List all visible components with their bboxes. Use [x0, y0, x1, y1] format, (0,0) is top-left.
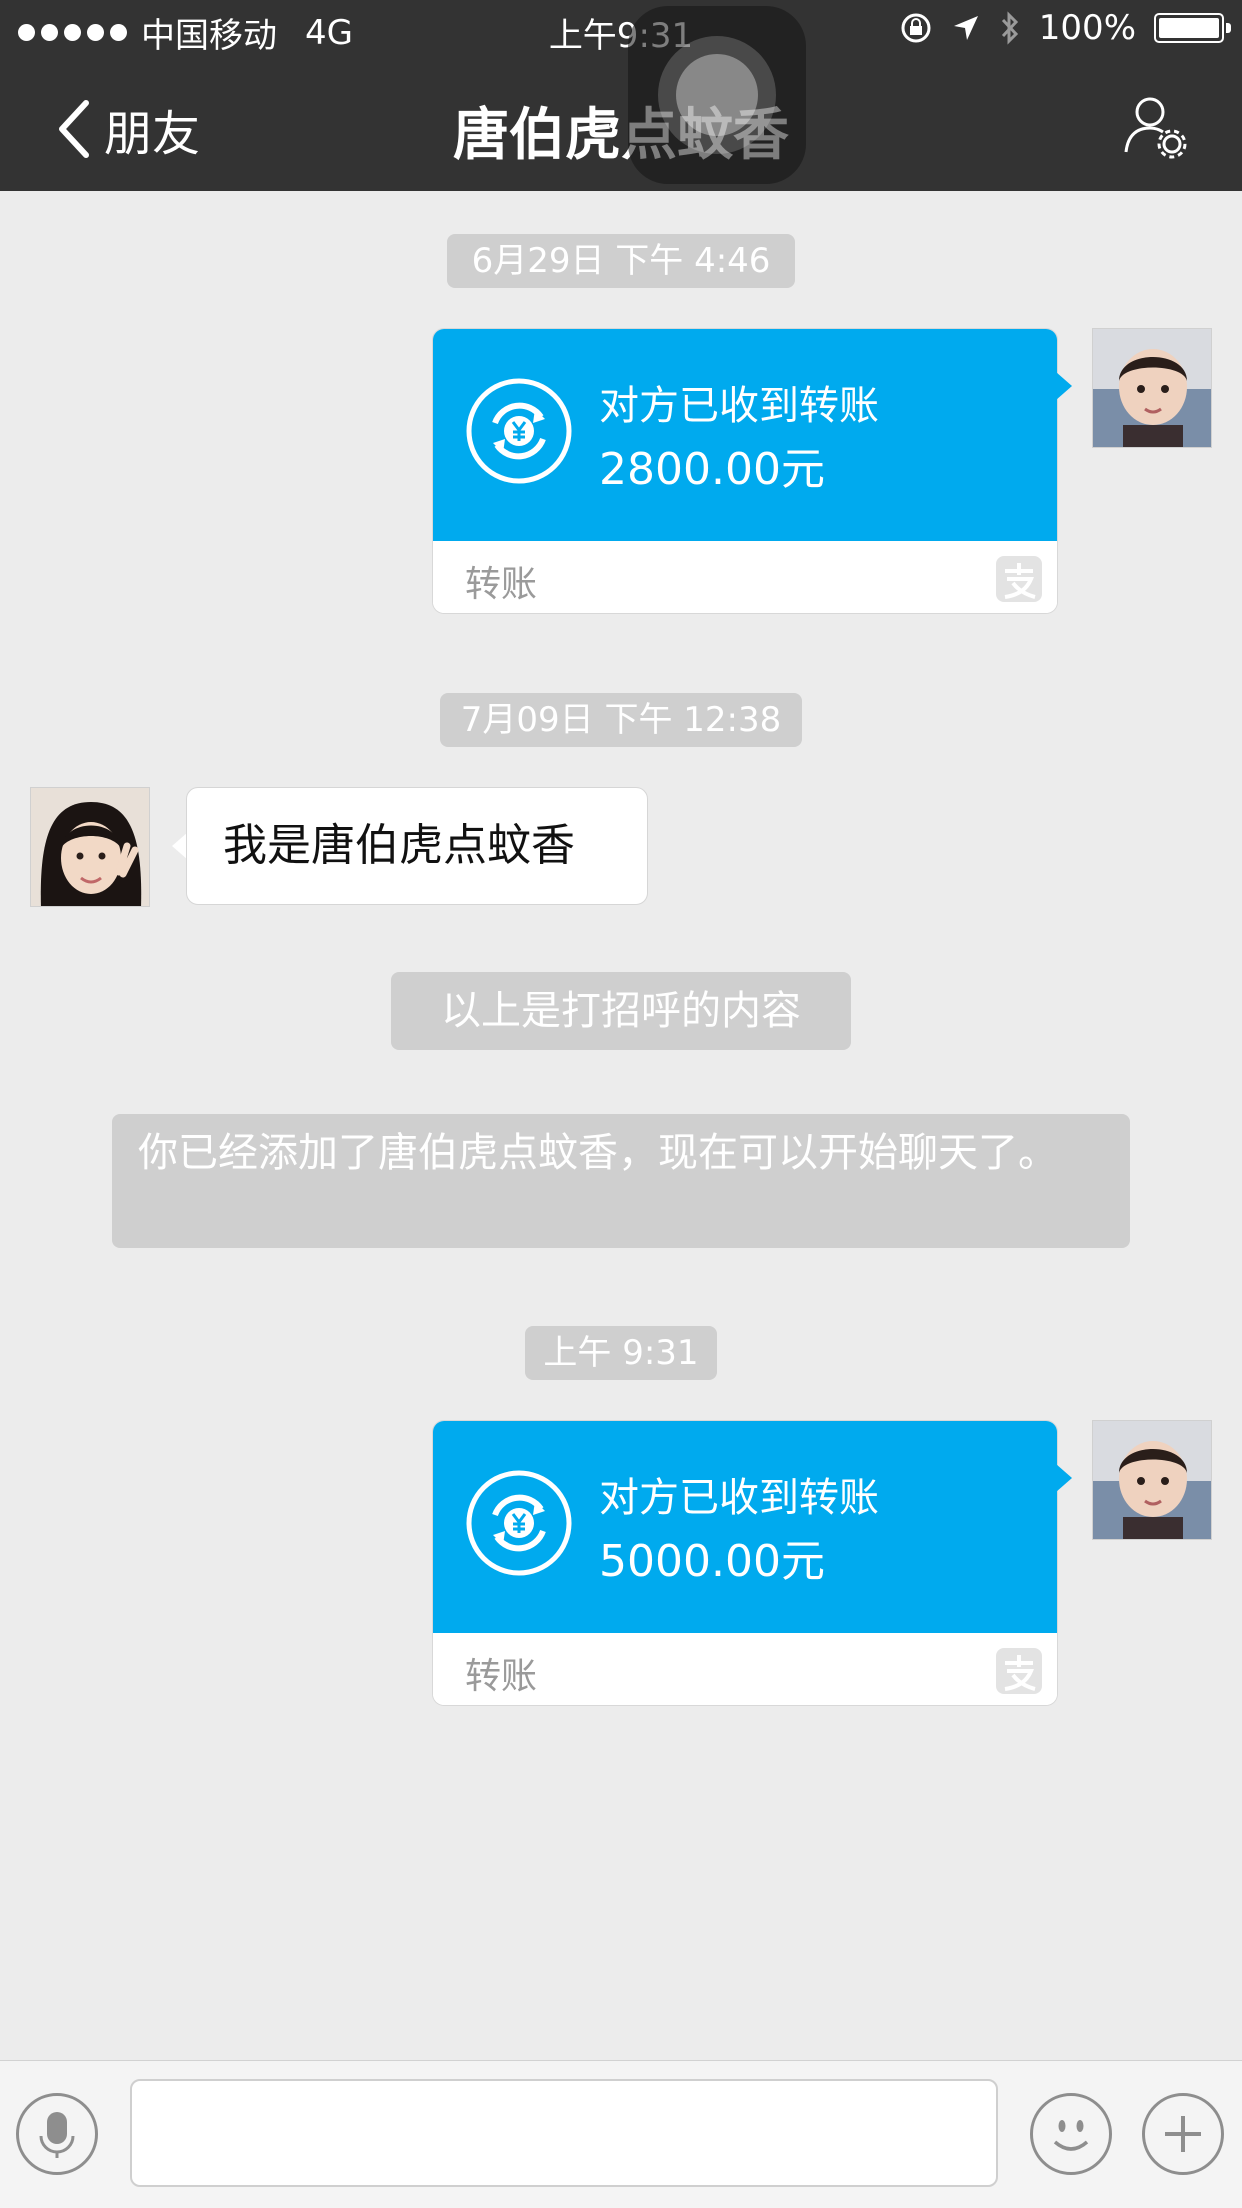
user-settings-icon[interactable]: [1120, 92, 1188, 160]
top-bar: 中国移动 4G 上午9:31 100% 朋友 唐伯虎点蚊香: [0, 0, 1242, 191]
baby-avatar-image: [1093, 329, 1211, 447]
voice-button[interactable]: [16, 2093, 98, 2175]
page-title: 唐伯虎点蚊香: [453, 103, 789, 168]
transfer-card-top: 对方已收到转账 2800.00元: [433, 329, 1057, 541]
more-button[interactable]: [1142, 2093, 1224, 2175]
transfer-status: 对方已收到转账: [599, 1475, 879, 1521]
avatar-friend[interactable]: [30, 787, 150, 907]
microphone-icon: [39, 2112, 75, 2158]
nav-bar: 朋友 唐伯虎点蚊香: [0, 64, 1242, 191]
message-input-bar: [0, 2060, 1242, 2208]
transfer-amount: 2800.00元: [599, 444, 825, 495]
rotation-lock-icon: [901, 13, 931, 43]
transfer-label: 转账: [465, 1656, 538, 1697]
smiley-icon: [1053, 2120, 1089, 2151]
plus-icon: [1165, 2116, 1201, 2152]
transfer-status: 对方已收到转账: [599, 383, 879, 429]
alipay-icon: [996, 556, 1042, 602]
assistive-touch-button[interactable]: [628, 6, 806, 184]
battery-percent: 100%: [1038, 8, 1136, 48]
avatar-self[interactable]: [1092, 1420, 1212, 1540]
transfer-card[interactable]: 对方已收到转账 2800.00元 转账: [432, 328, 1058, 614]
emoji-button[interactable]: [1030, 2093, 1112, 2175]
system-notice: 以上是打招呼的内容: [391, 972, 851, 1050]
status-right: 100%: [899, 8, 1231, 48]
bubble-tail: [1056, 1464, 1072, 1492]
transfer-card-top: 对方已收到转账 5000.00元: [433, 1421, 1057, 1633]
timestamp-chip: 上午 9:31: [525, 1326, 717, 1380]
avatar-self[interactable]: [1092, 328, 1212, 448]
battery-icon: [1154, 13, 1231, 43]
transfer-amount: 5000.00元: [599, 1536, 825, 1587]
status-bar: 中国移动 4G 上午9:31 100%: [0, 0, 1242, 64]
transfer-card-bottom: 转账: [433, 1633, 1057, 1705]
incoming-message-bubble[interactable]: 我是唐伯虎点蚊香: [186, 787, 648, 905]
system-notice-added: 你已经添加了唐伯虎点蚊香，现在可以开始聊天了。: [112, 1114, 1130, 1248]
yuan-transfer-icon: [466, 378, 572, 484]
baby-avatar-image: [1093, 1421, 1211, 1539]
message-input[interactable]: [130, 2079, 998, 2187]
alipay-icon: [996, 1648, 1042, 1694]
bubble-tail: [1056, 372, 1072, 400]
chat-screen: 中国移动 4G 上午9:31 100% 朋友 唐伯虎点蚊香 6月29日 下午 4…: [0, 0, 1242, 2208]
message-text: 我是唐伯虎点蚊香: [223, 820, 575, 871]
bluetooth-icon: [1001, 11, 1018, 45]
transfer-label: 转账: [465, 564, 538, 605]
timestamp-chip: 7月09日 下午 12:38: [440, 693, 802, 747]
location-icon: [953, 16, 978, 40]
yuan-transfer-icon: [466, 1470, 572, 1576]
transfer-card-bottom: 转账: [433, 541, 1057, 613]
timestamp-chip: 6月29日 下午 4:46: [447, 234, 795, 288]
friend-avatar-image: [31, 788, 149, 906]
transfer-card[interactable]: 对方已收到转账 5000.00元 转账: [432, 1420, 1058, 1706]
